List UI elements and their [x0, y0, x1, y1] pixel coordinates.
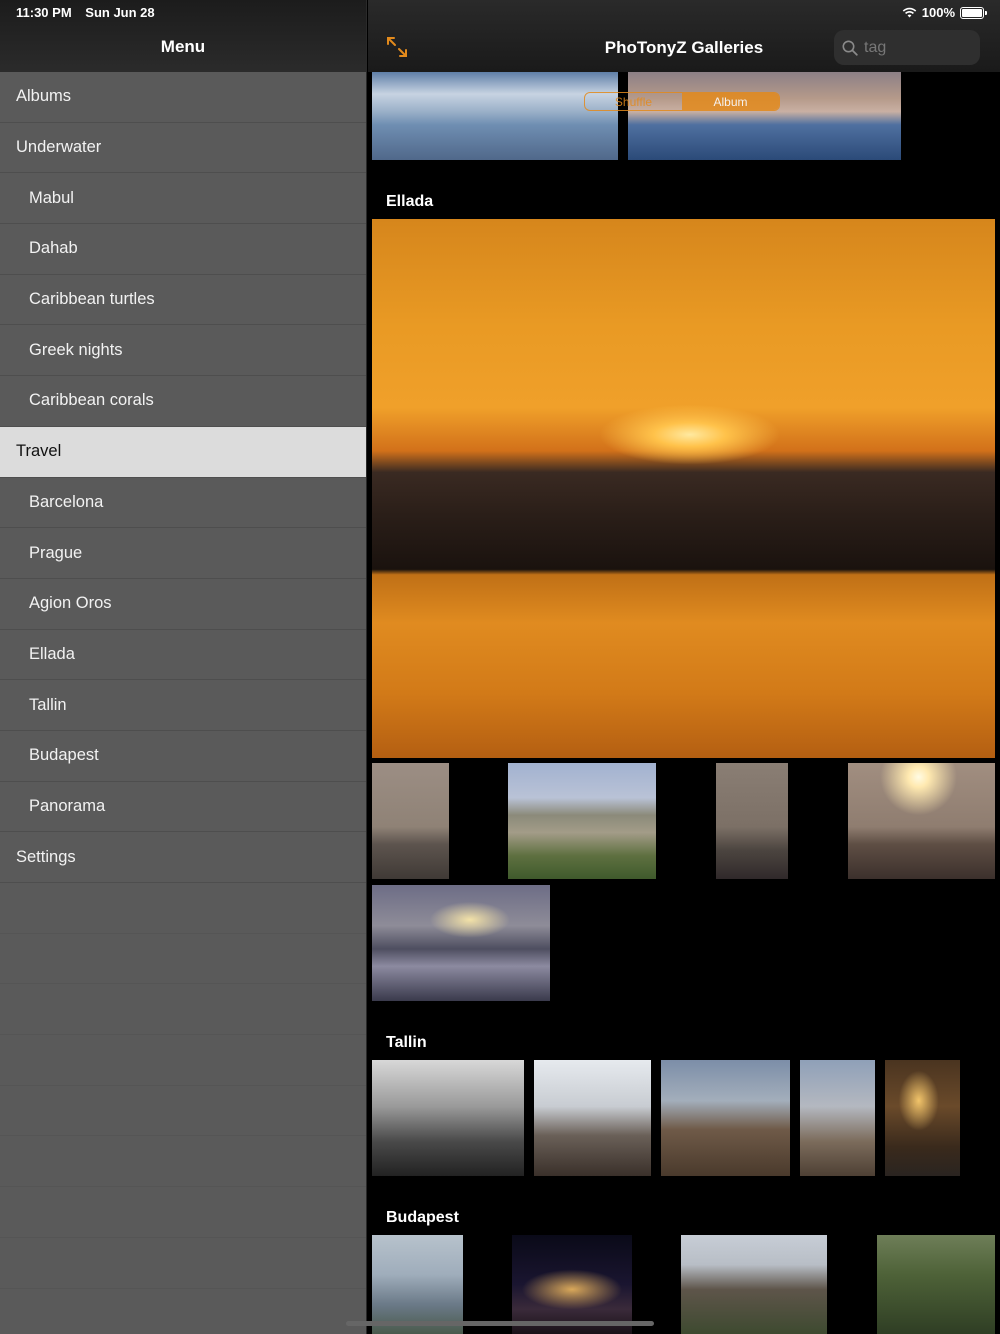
- sidebar-item-albums[interactable]: Albums: [0, 72, 366, 123]
- segment-album[interactable]: Album: [682, 93, 779, 110]
- sidebar-item-label: Dahab: [29, 239, 78, 258]
- sidebar-item-travel[interactable]: Travel: [0, 426, 366, 478]
- view-mode-segment[interactable]: Shuffle Album: [584, 92, 780, 111]
- search-icon: [842, 40, 858, 56]
- status-bar-time: 11:30 PM Sun Jun 28: [16, 5, 155, 20]
- sidebar-item-settings[interactable]: Settings: [0, 832, 366, 883]
- sidebar-item-label: Travel: [16, 442, 62, 461]
- gallery-photo[interactable]: [800, 1060, 875, 1176]
- gallery-photo[interactable]: [512, 1235, 632, 1334]
- sidebar-item-label: Mabul: [29, 188, 74, 207]
- sidebar-item-caribbean-turtles[interactable]: Caribbean turtles: [0, 275, 366, 326]
- sidebar-title: Menu: [160, 37, 206, 56]
- gallery-photo[interactable]: [372, 219, 995, 758]
- sidebar-item-label: Tallin: [29, 695, 67, 714]
- gallery-main: PhoTonyZ Galleries Shuffle Album Ellada …: [368, 0, 1000, 1334]
- battery-percent: 100%: [921, 5, 955, 20]
- sidebar-item-tallin[interactable]: Tallin: [0, 680, 366, 731]
- battery-icon: [960, 6, 987, 19]
- sidebar-item-label: Prague: [29, 543, 83, 562]
- sidebar-item-prague[interactable]: Prague: [0, 528, 366, 579]
- sidebar-item-label: Ellada: [29, 644, 75, 663]
- section-title-tallin: Tallin: [386, 1034, 427, 1051]
- gallery-photo[interactable]: [372, 763, 449, 879]
- sidebar-item-label: Underwater: [16, 138, 102, 157]
- sidebar-item-mabul[interactable]: Mabul: [0, 173, 366, 225]
- sidebar-item-label: Barcelona: [29, 492, 104, 511]
- menu-divider: [0, 1035, 366, 1086]
- gallery-photo[interactable]: [848, 763, 995, 879]
- sidebar-item-label: Greek nights: [29, 340, 123, 359]
- sidebar-item-barcelona[interactable]: Barcelona: [0, 478, 366, 529]
- gallery-photo[interactable]: [372, 1060, 524, 1176]
- sidebar-item-label: Caribbean corals: [29, 391, 154, 410]
- sidebar-item-panorama[interactable]: Panorama: [0, 782, 366, 833]
- sidebar-item-label: Agion Oros: [29, 594, 112, 613]
- menu-divider: [0, 1086, 366, 1137]
- sidebar-item-label: Budapest: [29, 746, 99, 765]
- sidebar-item-budapest[interactable]: Budapest: [0, 731, 366, 782]
- sidebar-item-agion-oros[interactable]: Agion Oros: [0, 579, 366, 630]
- sidebar-item-label: Panorama: [29, 796, 106, 815]
- sidebar-item-label: Settings: [16, 847, 76, 866]
- gallery-photo[interactable]: [534, 1060, 651, 1176]
- section-title-budapest: Budapest: [386, 1209, 459, 1226]
- menu-divider: [0, 984, 366, 1036]
- status-bar-indicators: 100%: [902, 5, 987, 20]
- gallery-photo[interactable]: [681, 1235, 827, 1334]
- sidebar: Menu Albums Underwater Mabul Dahab Carib…: [0, 0, 367, 1334]
- search-input[interactable]: [864, 38, 964, 57]
- menu-divider: [0, 1187, 366, 1238]
- sidebar-item-greek-nights[interactable]: Greek nights: [0, 325, 366, 377]
- gallery-photo[interactable]: [508, 763, 656, 879]
- gallery-photo[interactable]: [661, 1060, 790, 1176]
- menu-divider: [0, 1136, 366, 1188]
- sidebar-item-label: Caribbean turtles: [29, 290, 155, 309]
- gallery-photo[interactable]: [877, 1235, 995, 1334]
- wifi-icon: [902, 7, 917, 18]
- status-time: 11:30 PM: [16, 5, 72, 20]
- menu-divider: [0, 883, 366, 934]
- sidebar-item-ellada[interactable]: Ellada: [0, 630, 366, 681]
- segment-shuffle[interactable]: Shuffle: [585, 93, 682, 110]
- status-date: Sun Jun 28: [85, 5, 155, 20]
- gallery-photo[interactable]: [372, 885, 550, 1001]
- menu-divider: [0, 1238, 366, 1289]
- sidebar-item-label: Albums: [16, 87, 72, 106]
- search-box[interactable]: [834, 30, 980, 65]
- section-title-ellada: Ellada: [386, 193, 434, 210]
- gallery-photo[interactable]: [885, 1060, 960, 1176]
- home-indicator[interactable]: [346, 1321, 654, 1326]
- sidebar-item-underwater[interactable]: Underwater: [0, 123, 366, 174]
- menu-divider: [0, 934, 366, 985]
- gallery-photo[interactable]: [716, 763, 788, 879]
- gallery-photo[interactable]: [628, 72, 901, 160]
- sidebar-item-dahab[interactable]: Dahab: [0, 224, 366, 275]
- gallery-photo[interactable]: [372, 72, 618, 160]
- gallery-photo[interactable]: [372, 1235, 463, 1334]
- menu-list: Albums Underwater Mabul Dahab Caribbean …: [0, 72, 366, 1289]
- sidebar-item-caribbean-corals[interactable]: Caribbean corals: [0, 376, 366, 427]
